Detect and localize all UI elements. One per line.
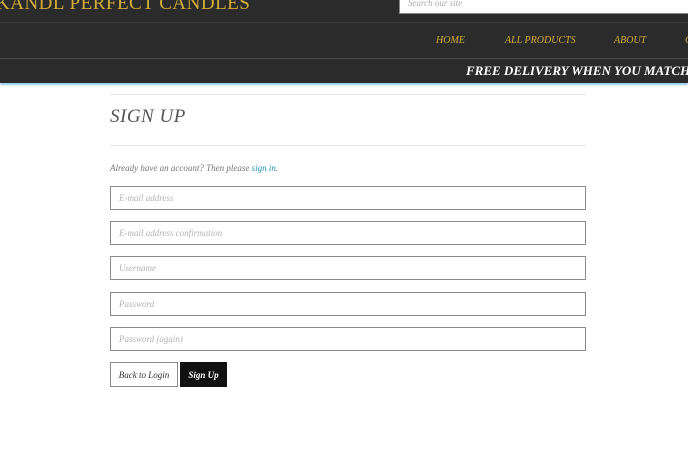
back-to-login-button[interactable]: Back to Login	[110, 362, 178, 387]
account-prompt-suffix: .	[275, 163, 279, 173]
page-title: SIGN UP	[110, 106, 186, 127]
main-nav: HOME ALL PRODUCTS ABOUT C	[0, 23, 688, 59]
sign-up-button[interactable]: Sign Up	[180, 362, 227, 387]
promo-banner: FREE DELIVERY WHEN YOU MATCH	[0, 59, 688, 83]
nav-item-all-products[interactable]: ALL PRODUCTS	[505, 35, 576, 46]
brand-logo[interactable]: KANDL PERFECT CANDLES	[0, 0, 250, 15]
nav-item-about[interactable]: ABOUT	[614, 35, 646, 46]
email-confirm-field[interactable]	[110, 221, 586, 245]
password-again-field[interactable]	[110, 327, 586, 351]
promo-text: FREE DELIVERY WHEN YOU MATCH	[466, 63, 688, 78]
top-header: KANDL PERFECT CANDLES Search our site	[0, 0, 688, 23]
divider	[110, 145, 586, 146]
divider	[110, 94, 586, 95]
email-field[interactable]	[110, 186, 586, 210]
search-input[interactable]: Search our site	[399, 0, 688, 14]
account-prompt: Already have an account? Then please sig…	[110, 163, 278, 173]
account-prompt-text: Already have an account? Then please	[110, 163, 252, 173]
sign-in-link[interactable]: sign in	[252, 163, 276, 173]
nav-item-home[interactable]: HOME	[436, 35, 465, 46]
password-field[interactable]	[110, 292, 586, 316]
username-field[interactable]	[110, 256, 586, 280]
